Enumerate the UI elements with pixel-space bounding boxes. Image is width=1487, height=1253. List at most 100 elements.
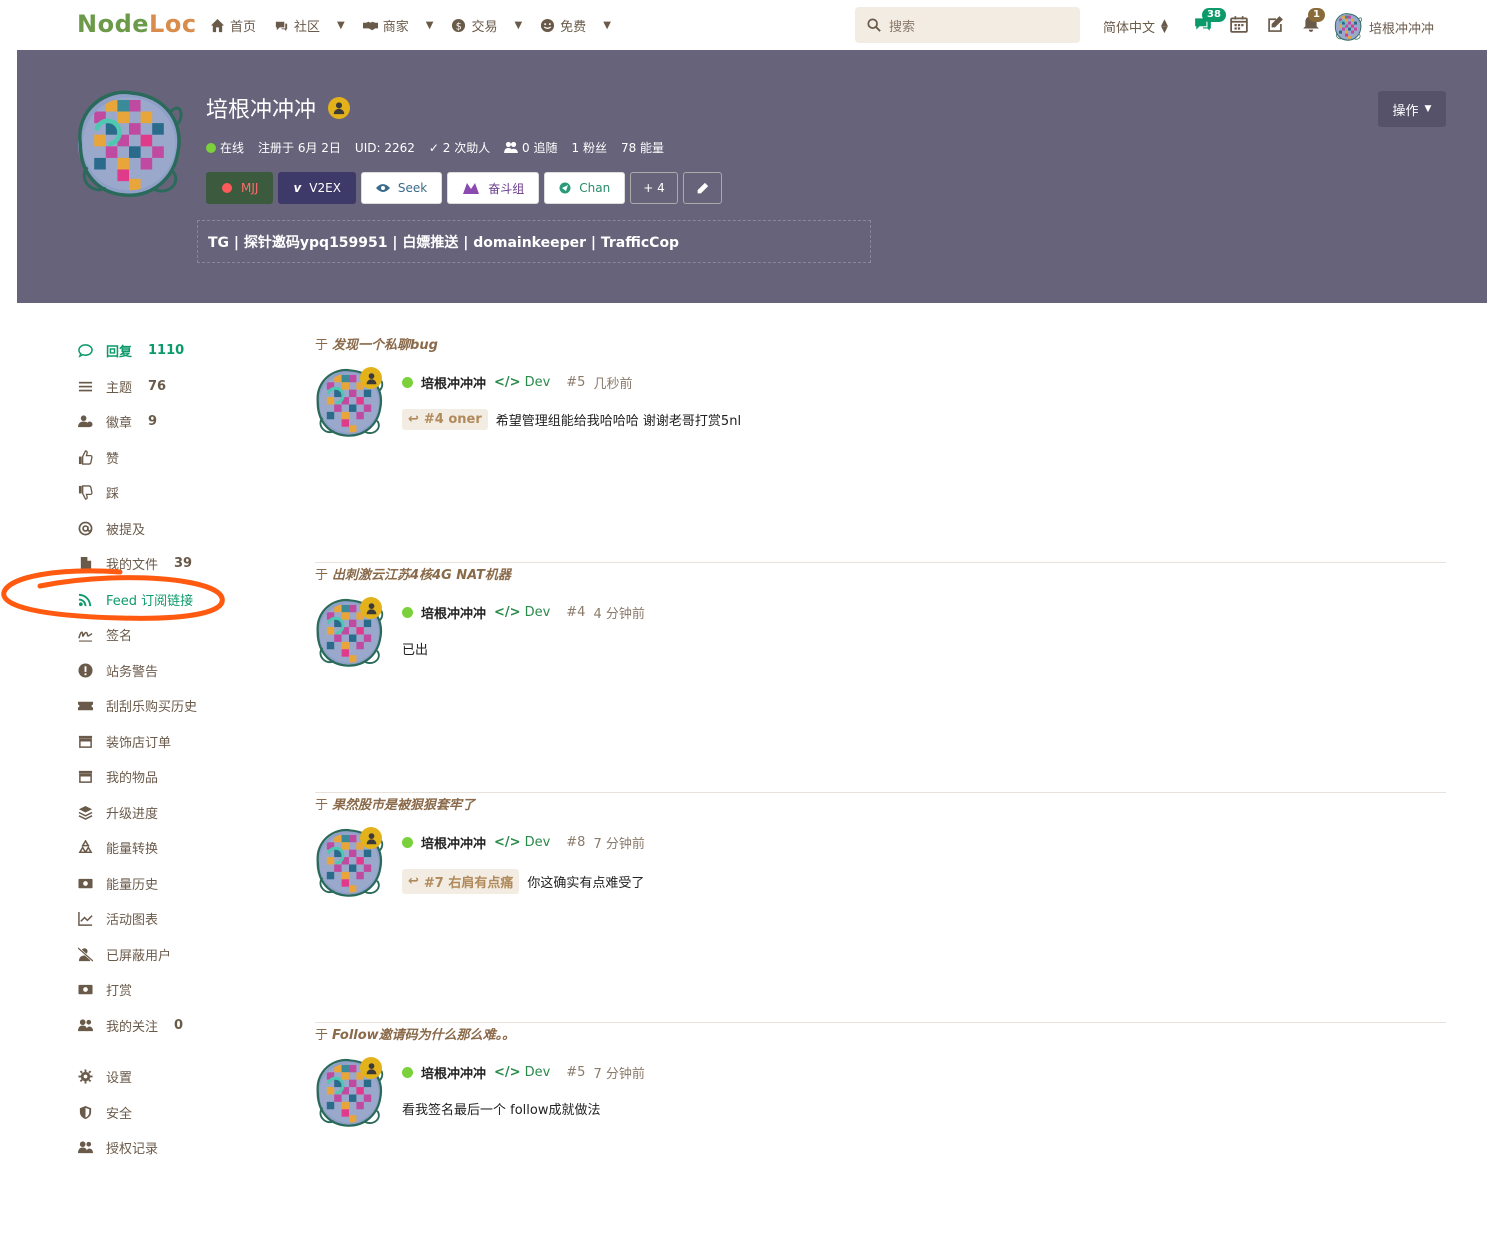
post-time[interactable]: 4 分钟前 — [593, 603, 644, 622]
sidebar-setting-1[interactable]: 安全 — [76, 1095, 286, 1131]
post-discussion-title[interactable]: 于果然股市是被狠狠套牢了 — [315, 794, 475, 813]
money-icon — [77, 878, 93, 888]
svg-text:$: $ — [456, 21, 462, 32]
group-icon — [463, 183, 480, 194]
helped-text: 2 次助人 — [442, 141, 491, 155]
sidebar-item-0[interactable]: 回复 1110 — [76, 333, 286, 369]
actions-dropdown[interactable]: 操作 ▼ — [1378, 91, 1446, 127]
sidebar-item-label: 我的物品 — [106, 771, 159, 787]
search-input[interactable]: 搜索 — [855, 7, 1080, 43]
post-time[interactable]: 几秒前 — [593, 373, 632, 392]
chan-button[interactable]: Chan — [544, 172, 626, 204]
sidebar-item-3[interactable]: 赞 — [76, 440, 286, 476]
post-avatar[interactable] — [312, 366, 386, 440]
post-number[interactable]: #4 — [566, 605, 585, 620]
comment-icon — [77, 344, 93, 358]
sidebar-item-label: 我的关注 — [106, 1019, 159, 1035]
sidebar-item-11[interactable]: 装饰店订单 — [76, 724, 286, 760]
nav-community[interactable]: 社区 ▼ — [274, 16, 345, 35]
gear-icon — [77, 1069, 93, 1084]
sidebar-icon — [76, 732, 94, 750]
chevron-down-icon[interactable]: ▼ — [514, 20, 522, 31]
post-username[interactable]: 培根冲冲冲 — [421, 373, 486, 392]
post-time[interactable]: 7 分钟前 — [593, 833, 644, 852]
more-links-button[interactable]: + 4 — [630, 172, 678, 204]
post-avatar[interactable] — [312, 1056, 386, 1130]
user-menu[interactable]: 培根冲冲冲 — [1333, 12, 1434, 42]
post-body: ↩ #4 oner 希望管理组能给我哈哈哈 谢谢老哥打赏5nl — [402, 409, 741, 430]
group-button[interactable]: 奋斗组 — [447, 172, 540, 204]
chevron-down-icon[interactable]: ▼ — [337, 20, 345, 31]
language-selector[interactable]: 简体中文 ▲ ▼ — [1103, 17, 1168, 36]
signature-text: TG | 探针邀码ypq159951 | 白嫖推送 | domainkeeper… — [208, 234, 680, 251]
chevron-down-icon[interactable]: ▼ — [603, 20, 611, 31]
post-discussion-title[interactable]: 于发现一个私聊bug — [315, 334, 438, 353]
sidebar-item-18[interactable]: 打赏 — [76, 972, 286, 1008]
sidebar-item-15[interactable]: 能量历史 — [76, 866, 286, 902]
sidebar-setting-2[interactable]: 授权记录 — [76, 1130, 286, 1166]
sidebar-item-1[interactable]: 主题 76 — [76, 369, 286, 405]
post-discussion-title[interactable]: 于 Follow邀请码为什么那么难。。 — [315, 1024, 515, 1043]
nav-trade[interactable]: $ 交易 ▼ — [451, 16, 522, 35]
store-icon — [78, 771, 92, 784]
sidebar-item-14[interactable]: 能量转换 — [76, 830, 286, 866]
mjj-button[interactable]: MJJ — [206, 172, 274, 204]
sidebar-item-4[interactable]: 踩 — [76, 475, 286, 511]
post-discussion-title[interactable]: 于出刺激云江苏4核4G NAT机器 — [315, 564, 511, 583]
nav-free[interactable]: 免费 ▼ — [540, 16, 611, 35]
notifications-button[interactable]: 1 — [1300, 8, 1325, 36]
post-title-text: 出刺激云江苏4核4G NAT机器 — [332, 568, 511, 583]
fans-text[interactable]: 1 粉丝 — [572, 139, 607, 156]
sidebar-item-2[interactable]: 徽章 9 — [76, 404, 286, 440]
nav-merchant[interactable]: 商家 ▼ — [362, 16, 434, 35]
nav-home[interactable]: 首页 — [210, 16, 256, 35]
online-dot-icon — [402, 607, 413, 618]
follow-stats[interactable]: 0 追随 — [504, 139, 558, 156]
v2ex-label: V2EX — [309, 181, 341, 195]
v2ex-button[interactable]: v V2EX — [278, 172, 356, 204]
sidebar-item-12[interactable]: 我的物品 — [76, 759, 286, 795]
reply-mention[interactable]: ↩ #4 oner — [402, 409, 488, 430]
post-number[interactable]: #8 — [566, 835, 585, 850]
sidebar-item-9[interactable]: 站务警告 — [76, 653, 286, 689]
sidebar-item-16[interactable]: 活动图表 — [76, 901, 286, 937]
post-number[interactable]: #5 — [566, 375, 585, 390]
v2ex-icon: v — [293, 181, 302, 195]
sidebar-item-17[interactable]: 已屏蔽用户 — [76, 937, 286, 973]
post-avatar[interactable] — [312, 826, 386, 900]
nav-trade-label: 交易 — [471, 19, 498, 35]
reply-mention[interactable]: ↩ #7 右肩有点痛 — [402, 869, 520, 894]
sidebar-icon — [76, 1068, 94, 1086]
chevron-down-icon[interactable]: ▼ — [426, 20, 434, 31]
sidebar-item-label: 被提及 — [106, 522, 146, 538]
site-logo[interactable]: NodeLoc — [77, 10, 197, 38]
sidebar-setting-0[interactable]: 设置 — [76, 1059, 286, 1095]
messages-button[interactable]: 38 — [1192, 8, 1226, 36]
sidebar-item-label: 我的文件 — [106, 558, 159, 574]
sidebar-item-7[interactable]: Feed 订阅链接 — [76, 582, 286, 618]
post-avatar[interactable] — [312, 596, 386, 670]
code-icon: </> — [494, 375, 521, 390]
sidebar-item-13[interactable]: 升级进度 — [76, 795, 286, 831]
sidebar-item-8[interactable]: 签名 — [76, 617, 286, 653]
post-username[interactable]: 培根冲冲冲 — [421, 1063, 486, 1082]
sidebar-setting-label: 安全 — [106, 1106, 133, 1122]
sidebar-item-5[interactable]: 被提及 — [76, 511, 286, 547]
compose-button[interactable] — [1264, 12, 1286, 36]
post-body: ↩ #7 右肩有点痛 你这确实有点难受了 — [402, 869, 644, 894]
sidebar-item-count: 0 — [174, 1017, 184, 1033]
sidebar-item-19[interactable]: 我的关注 0 — [76, 1008, 286, 1044]
edit-links-button[interactable] — [682, 172, 722, 204]
seek-button[interactable]: Seek — [360, 172, 443, 204]
post-username[interactable]: 培根冲冲冲 — [421, 833, 486, 852]
sidebar-item-label: 打赏 — [106, 984, 133, 1000]
profile-avatar[interactable] — [71, 86, 187, 202]
post-username[interactable]: 培根冲冲冲 — [421, 603, 486, 622]
role-label: Dev — [524, 835, 551, 850]
reply-target: #4 oner — [423, 412, 482, 427]
sidebar-item-10[interactable]: 刮刮乐购买历史 — [76, 688, 286, 724]
calendar-button[interactable] — [1228, 12, 1250, 36]
post-time[interactable]: 7 分钟前 — [593, 1063, 644, 1082]
sidebar-item-6[interactable]: 我的文件 39 — [76, 546, 286, 582]
post-number[interactable]: #5 — [566, 1065, 585, 1080]
